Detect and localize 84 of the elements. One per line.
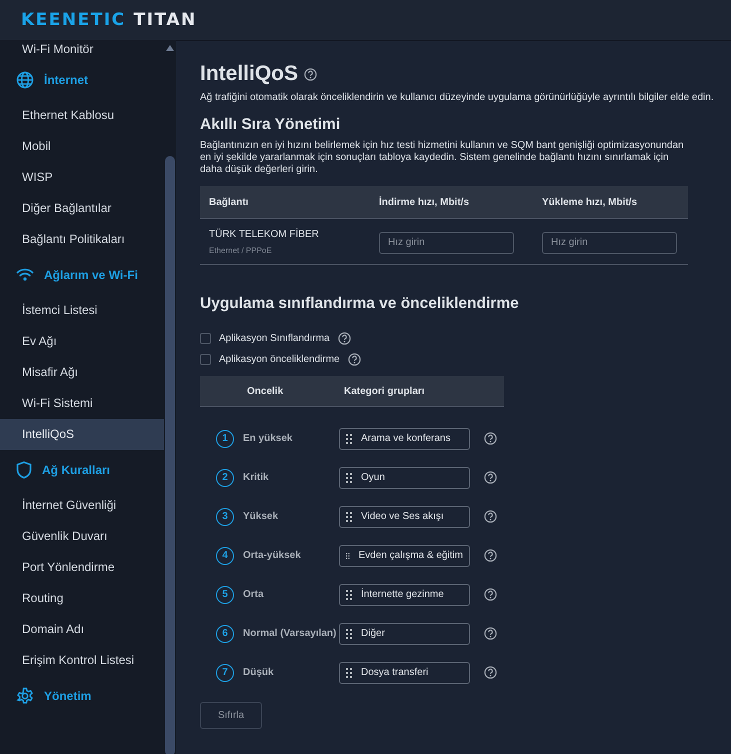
sidebar-item[interactable]: Wi-Fi Monitör xyxy=(0,40,164,58)
section-heading: Akıllı Sıra Yönetimi xyxy=(200,116,342,134)
section-label[interactable]: Ağ Kuralları xyxy=(42,463,110,477)
sidebar-item[interactable]: IntelliQoS xyxy=(0,419,164,450)
help-icon[interactable] xyxy=(484,432,497,445)
priority-level: Yüksek xyxy=(243,511,280,522)
priority-level: Kritik xyxy=(243,472,270,483)
sidebar-item[interactable]: Erişim Kontrol Listesi xyxy=(0,645,164,676)
category-chip[interactable]: Dosya transferi xyxy=(339,662,470,684)
sidebar-item[interactable]: Güvenlik Duvarı xyxy=(0,521,164,552)
checkbox[interactable] xyxy=(200,354,211,365)
connection-name: TÜRK TELEKOM FİBER xyxy=(209,228,320,240)
priority-number: 5 xyxy=(216,586,234,604)
help-icon[interactable] xyxy=(338,332,351,345)
wifi-icon xyxy=(16,268,34,282)
brand-logo: KEENETIC xyxy=(21,10,126,30)
category-chip[interactable]: Diğer xyxy=(339,622,470,644)
sidebar-item[interactable]: Ethernet Kablosu xyxy=(0,100,164,131)
help-icon[interactable] xyxy=(484,588,497,601)
priority-level: En yüksek xyxy=(243,433,294,444)
sidebar-item[interactable]: Port Yönlendirme xyxy=(0,552,164,583)
drag-handle-icon xyxy=(346,472,352,482)
connection-type: Ethernet / PPPoE xyxy=(209,246,273,254)
sidebar-item[interactable]: Routing xyxy=(0,583,164,614)
help-icon[interactable] xyxy=(484,510,497,523)
section-label[interactable]: İnternet xyxy=(44,73,88,87)
gear-icon xyxy=(16,687,34,705)
priority-number: 2 xyxy=(216,468,234,486)
help-icon[interactable] xyxy=(484,549,497,562)
sidebar-item[interactable]: Misafir Ağı xyxy=(0,357,164,388)
globe-icon xyxy=(16,71,34,89)
drag-handle-icon xyxy=(346,590,352,600)
checkbox[interactable] xyxy=(200,333,211,344)
column-header: İndirme hızı, Mbit/s xyxy=(370,186,533,218)
category-chip[interactable]: Evden çalışma & eğitim xyxy=(339,544,470,566)
sidebar-item[interactable]: Mobil xyxy=(0,131,164,162)
reset-button[interactable]: Sıfırla xyxy=(200,702,262,729)
section-description: Bağlantınızın en iyi hızını belirlemek için hız testi hizmetini kullanın ve SQM bant genişliği optimizasyonundan en iyi şekilde yararlanmak için sonuçları tabloya kaydedin. Sistem genelinde bağlantı hızını sınırlamak için daha düşük değerleri girin. xyxy=(200,140,685,176)
sidebar-item[interactable]: WISP xyxy=(0,162,164,193)
section-label[interactable]: Yönetim xyxy=(44,689,92,703)
priority-level: Düşük xyxy=(243,667,275,678)
category-chip[interactable]: Arama ve konferans xyxy=(339,428,470,450)
model-name: TITAN xyxy=(134,10,197,30)
column-header: Bağlantı xyxy=(200,186,370,218)
section-heading: Uygulama sınıflandırma ve önceliklendirme xyxy=(200,295,520,313)
sidebar-item[interactable]: Ev Ağı xyxy=(0,326,164,357)
drag-handle-icon xyxy=(346,628,352,638)
page-description: Ağ trafiğini otomatik olarak önceliklendirin ve kullanıcı düzeyinde uygulama görünürlüğüyle ayrıntılı bilgiler elde edin. xyxy=(200,92,715,103)
sidebar-item[interactable]: Bağlantı Politikaları xyxy=(0,224,164,255)
checkbox-label: Aplikasyon Sınıflandırma xyxy=(219,333,330,344)
sidebar-item[interactable]: Domain Adı xyxy=(0,614,164,645)
shield-icon xyxy=(16,461,32,479)
speed-input-field[interactable]: Hız girin xyxy=(542,232,677,254)
priority-level: Normal (Varsayılan) xyxy=(243,628,338,639)
priority-number: 3 xyxy=(216,508,234,526)
help-icon[interactable] xyxy=(484,627,497,640)
help-icon[interactable] xyxy=(304,68,318,80)
sidebar-item[interactable]: İstemci Listesi xyxy=(0,295,164,326)
priority-number: 4 xyxy=(216,546,234,564)
priority-number: 7 xyxy=(216,664,234,682)
drag-handle-icon xyxy=(346,512,352,522)
page-title: IntelliQoS xyxy=(200,62,298,86)
sidebar-item[interactable]: Diğer Bağlantılar xyxy=(0,193,164,224)
checkbox-label: Aplikasyon önceliklendirme xyxy=(219,354,340,365)
priority-level: Orta xyxy=(243,589,265,600)
help-icon[interactable] xyxy=(348,353,361,366)
drag-handle-icon xyxy=(346,550,350,560)
section-label[interactable]: Ağlarım ve Wi-Fi xyxy=(44,268,138,282)
speed-input-field[interactable]: Hız girin xyxy=(379,232,514,254)
column-header: Kategori grupları xyxy=(335,376,504,406)
priority-number: 1 xyxy=(216,430,234,448)
drag-handle-icon xyxy=(346,434,352,444)
sidebar-item[interactable]: İnternet Güvenliği xyxy=(0,490,164,521)
category-chip[interactable]: Oyun xyxy=(339,466,470,488)
sidebar-item[interactable]: Wi-Fi Sistemi xyxy=(0,388,164,419)
drag-handle-icon xyxy=(346,668,352,678)
column-header: Oncelik xyxy=(200,376,335,406)
help-icon[interactable] xyxy=(484,471,497,484)
category-chip[interactable]: İnternette gezinme xyxy=(339,584,470,606)
category-chip[interactable]: Video ve Ses akışı xyxy=(339,506,470,528)
priority-number: 6 xyxy=(216,624,234,642)
help-icon[interactable] xyxy=(484,666,497,679)
column-header: Yükleme hızı, Mbit/s xyxy=(533,186,688,218)
priority-level: Orta-yüksek xyxy=(243,550,302,561)
